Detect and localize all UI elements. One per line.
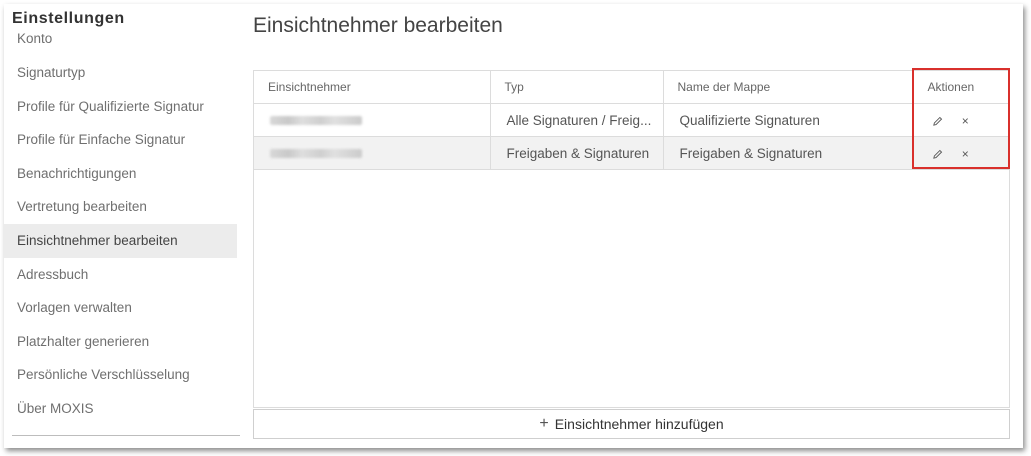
close-icon[interactable]: × xyxy=(957,114,973,128)
redacted-name xyxy=(270,116,362,126)
sidebar-item-profile-einfache-signatur[interactable]: Profile für Einfache Signatur xyxy=(4,123,237,157)
column-header-typ[interactable]: Typ xyxy=(490,71,664,104)
cell-aktionen: × xyxy=(913,103,1009,137)
sidebar-item-vertretung[interactable]: Vertretung bearbeiten xyxy=(4,190,237,224)
cell-mappe: Freigaben & Signaturen xyxy=(663,136,914,170)
sidebar-item-verschluesselung[interactable]: Persönliche Verschlüsselung xyxy=(4,358,237,392)
sidebar-item-signaturtyp[interactable]: Signaturtyp xyxy=(4,56,237,90)
cell-einsichtnehmer xyxy=(254,103,491,137)
table-row[interactable]: Alle Signaturen / Freig... Qualifizierte… xyxy=(254,103,1009,137)
column-header-mappe[interactable]: Name der Mappe xyxy=(663,71,914,104)
einsichtnehmer-table: Einsichtnehmer Typ Name der Mappe Aktion… xyxy=(253,70,1010,408)
redacted-name xyxy=(270,149,362,159)
pencil-icon[interactable] xyxy=(930,114,946,128)
sidebar-item-ueber-moxis[interactable]: Über MOXIS xyxy=(4,392,237,426)
sidebar-divider xyxy=(12,435,240,436)
column-header-aktionen: Aktionen xyxy=(913,71,1009,104)
plus-icon: + xyxy=(539,415,549,432)
sidebar-item-konto[interactable]: Konto xyxy=(4,30,237,56)
add-button-label: Einsichtnehmer hinzufügen xyxy=(554,416,724,432)
cell-mappe: Qualifizierte Signaturen xyxy=(663,103,914,137)
close-icon[interactable]: × xyxy=(957,147,973,161)
cell-typ: Alle Signaturen / Freig... xyxy=(490,103,664,137)
add-einsichtnehmer-button[interactable]: + Einsichtnehmer hinzufügen xyxy=(253,409,1010,439)
sidebar-item-einsichtnehmer[interactable]: Einsichtnehmer bearbeiten xyxy=(4,223,237,258)
table-row[interactable]: Freigaben & Signaturen Freigaben & Signa… xyxy=(254,136,1009,170)
sidebar-item-benachrichtigungen[interactable]: Benachrichtigungen xyxy=(4,157,237,191)
sidebar-item-adressbuch[interactable]: Adressbuch xyxy=(4,258,237,292)
sidebar-title: Einstellungen xyxy=(12,10,125,27)
pencil-icon[interactable] xyxy=(930,147,946,161)
sidebar-item-vorlagen[interactable]: Vorlagen verwalten xyxy=(4,291,237,325)
sidebar-item-platzhalter[interactable]: Platzhalter generieren xyxy=(4,325,237,359)
settings-window: Einstellungen Konto Signaturtyp Profile … xyxy=(4,4,1023,448)
table-header-row: Einsichtnehmer Typ Name der Mappe Aktion… xyxy=(254,71,1009,104)
settings-sidebar: Einstellungen Konto Signaturtyp Profile … xyxy=(4,4,240,448)
sidebar-nav: Konto Signaturtyp Profile für Qualifizie… xyxy=(4,30,237,426)
cell-aktionen: × xyxy=(913,136,1009,170)
column-header-einsichtnehmer[interactable]: Einsichtnehmer xyxy=(254,71,491,104)
cell-einsichtnehmer xyxy=(254,136,491,170)
page-title: Einsichtnehmer bearbeiten xyxy=(253,14,503,37)
cell-typ: Freigaben & Signaturen xyxy=(490,136,664,170)
sidebar-item-profile-qualifizierte-signatur[interactable]: Profile für Qualifizierte Signatur xyxy=(4,90,237,124)
